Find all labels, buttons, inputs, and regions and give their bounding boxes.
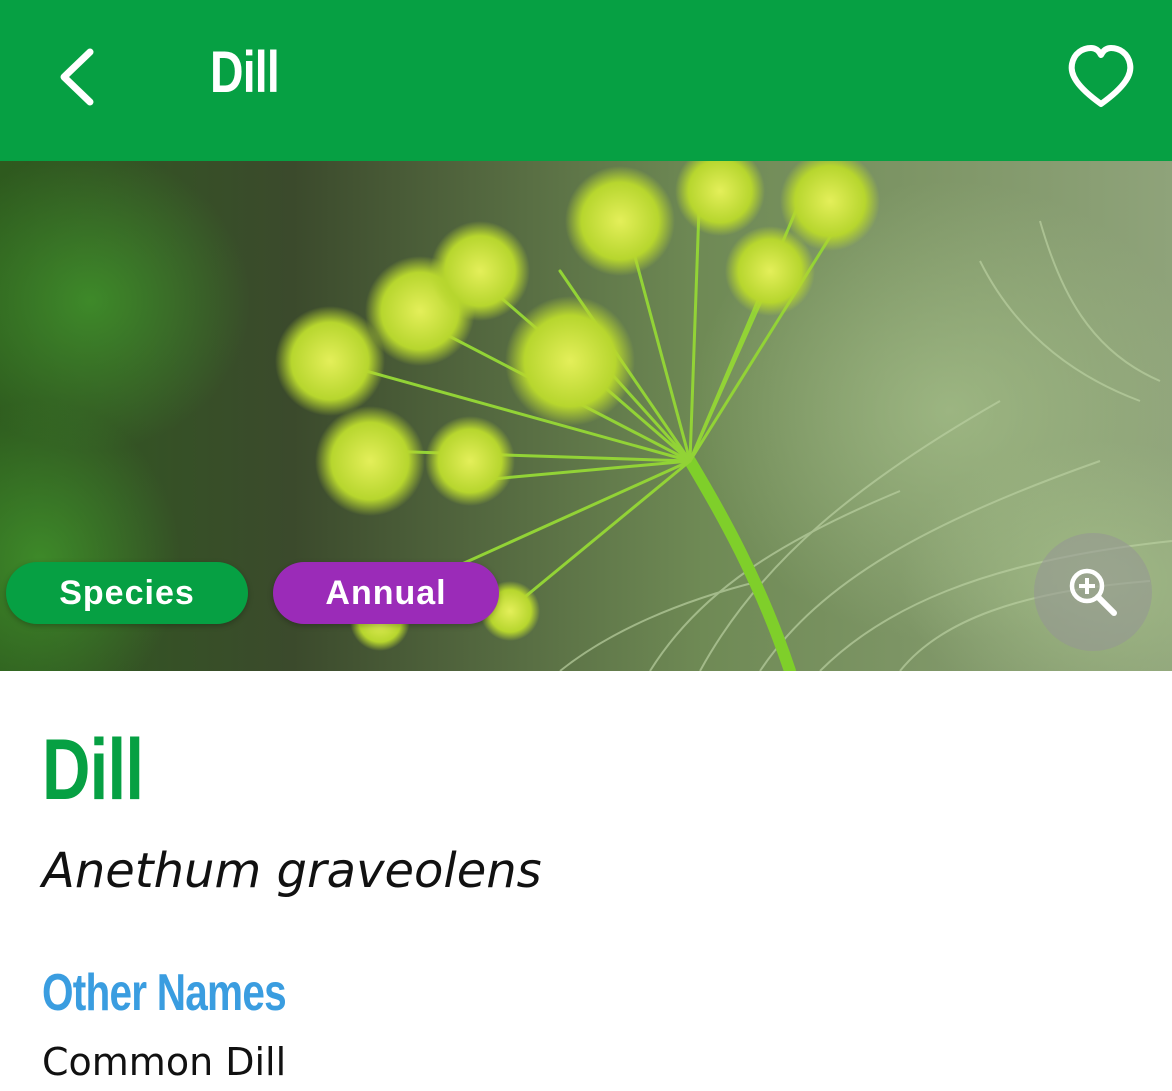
plant-scientific-name: Anethum graveolens bbox=[42, 843, 542, 899]
chevron-left-icon bbox=[60, 48, 94, 106]
back-button[interactable] bbox=[48, 44, 108, 110]
top-app-bar: Dill bbox=[0, 0, 1172, 161]
other-name-item: Common Dill bbox=[42, 1040, 287, 1084]
zoom-in-icon bbox=[1069, 568, 1117, 616]
plant-photo[interactable]: Species Annual bbox=[0, 161, 1172, 671]
annual-tag: Annual bbox=[273, 562, 499, 624]
species-tag: Species bbox=[6, 562, 248, 624]
page-title: Dill bbox=[210, 40, 280, 105]
favorite-button[interactable] bbox=[1066, 44, 1136, 110]
plant-common-name: Dill bbox=[42, 722, 144, 818]
other-names-heading: Other Names bbox=[42, 964, 287, 1022]
heart-outline-icon bbox=[1068, 45, 1134, 107]
zoom-button[interactable] bbox=[1034, 533, 1152, 651]
